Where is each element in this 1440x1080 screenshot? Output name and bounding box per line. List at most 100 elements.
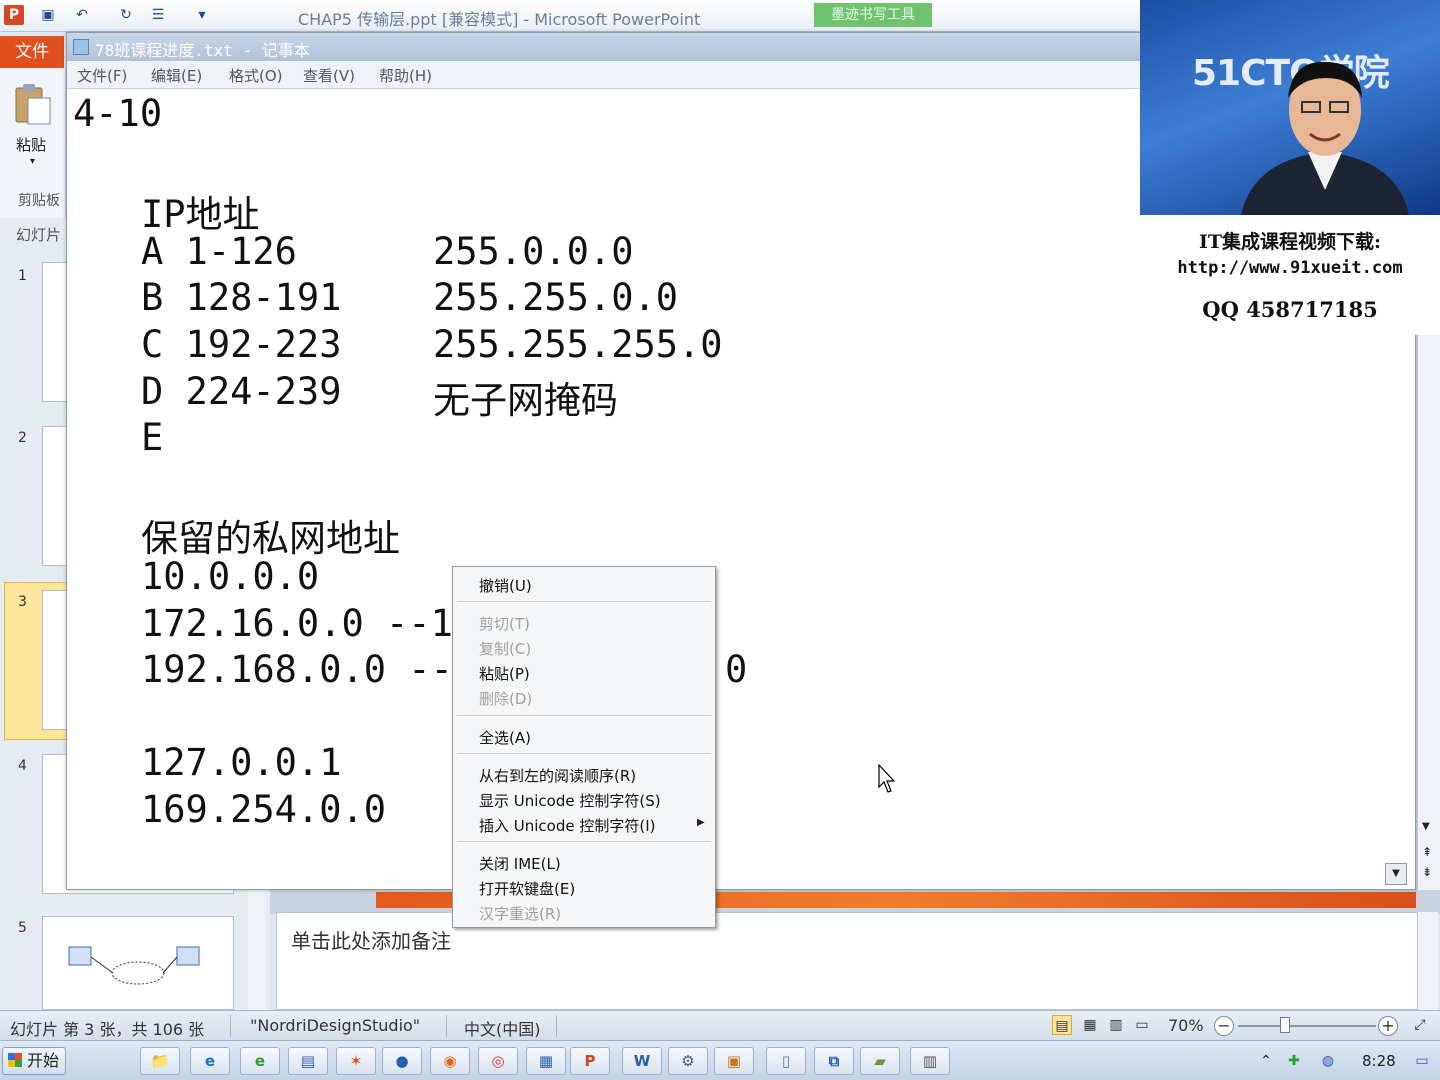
redo-icon[interactable]: ↻ xyxy=(116,5,136,25)
menu-item-insert-unicode[interactable]: 插入 Unicode 控制字符(I) xyxy=(479,815,656,836)
slide-number: 2 xyxy=(18,430,27,446)
notepad-title: 78班课程进度.txt - 记事本 xyxy=(95,41,310,60)
text-line: 255.255.255.0 xyxy=(433,323,723,366)
menu-item-undo[interactable]: 撤销(U) xyxy=(479,575,532,596)
undo-icon[interactable]: ↶ xyxy=(72,5,92,25)
file-tab[interactable]: 文件 xyxy=(0,36,64,68)
save-icon[interactable]: ▣ xyxy=(38,5,58,25)
promo-banner: IT集成课程视频下载: http://www.91xueit.com QQ 45… xyxy=(1140,215,1440,335)
paste-icon[interactable] xyxy=(14,82,52,126)
text-line: 0 xyxy=(725,648,748,691)
menu-separator xyxy=(457,601,711,603)
text-line: E xyxy=(141,416,164,459)
zoom-slider-handle[interactable] xyxy=(1280,1017,1290,1033)
notes-placeholder[interactable]: 单击此处添加备注 xyxy=(291,925,451,954)
zoom-slider-track[interactable] xyxy=(1238,1025,1376,1027)
zoom-out-icon[interactable]: − xyxy=(1214,1016,1234,1036)
window-title: CHAP5 传输层.ppt [兼容模式] - Microsoft PowerPo… xyxy=(298,10,701,29)
normal-view-icon[interactable]: ▤ xyxy=(1052,1015,1072,1035)
app-taskbar-icon[interactable]: ⧉ xyxy=(814,1047,854,1075)
notes-pane[interactable]: 单击此处添加备注 xyxy=(276,912,1418,1010)
explorer-taskbar-icon[interactable]: 📁 xyxy=(140,1047,180,1075)
notepad-taskbar-icon[interactable]: ▯ xyxy=(766,1047,806,1075)
bullets-icon[interactable]: ☰ xyxy=(148,5,168,25)
tab-slides[interactable]: 幻灯片 xyxy=(16,224,61,245)
context-menu: 撤销(U) 剪切(T) 复制(C) 粘贴(P) 删除(D) 全选(A) 从右到左… xyxy=(452,566,716,928)
word-taskbar-icon[interactable]: W xyxy=(622,1047,662,1075)
ribbon-clipboard-group: 粘贴 ▾ 剪贴板 xyxy=(0,68,66,218)
slide-scrollbar[interactable]: ▼ ⇞ ⇟ xyxy=(1418,335,1440,890)
app-taskbar-icon[interactable]: ▰ xyxy=(860,1047,900,1075)
app-taskbar-icon[interactable]: ✶ xyxy=(336,1047,376,1075)
browser-taskbar-icon[interactable]: e xyxy=(240,1047,280,1075)
slideshow-view-icon[interactable]: ▭ xyxy=(1132,1015,1152,1035)
theme-name-status[interactable]: "NordriDesignStudio" xyxy=(250,1016,420,1035)
text-line: 255.255.0.0 xyxy=(433,276,679,319)
menu-item-delete[interactable]: 删除(D) xyxy=(479,688,532,709)
firefox-taskbar-icon[interactable]: ◉ xyxy=(430,1047,470,1075)
notes-scrollbar[interactable] xyxy=(1418,912,1438,1010)
ie-taskbar-icon[interactable]: e xyxy=(190,1047,230,1075)
chrome-taskbar-icon[interactable]: ◎ xyxy=(478,1047,518,1075)
menu-separator xyxy=(457,841,711,843)
menu-item-paste[interactable]: 粘贴(P) xyxy=(479,663,530,684)
promo-qq: QQ 458717185 xyxy=(1202,297,1378,322)
fit-to-window-icon[interactable]: ⤢ xyxy=(1410,1015,1430,1035)
menu-format[interactable]: 格式(O) xyxy=(229,65,283,86)
text-line: 172.16.0.0 --1 xyxy=(141,602,453,645)
taskbar-clock[interactable]: 8:28 xyxy=(1362,1052,1396,1070)
presenter-video-overlay: 51CTO学院 xyxy=(1140,0,1440,215)
slide-number: 3 xyxy=(18,594,27,610)
presenter-photo xyxy=(1241,61,1409,215)
slide-sorter-view-icon[interactable]: ▦ xyxy=(1080,1015,1100,1035)
menu-item-cut[interactable]: 剪切(T) xyxy=(479,613,530,634)
text-line: 192.168.0.0 -- xyxy=(141,648,453,691)
tray-app-icon[interactable]: ✚ xyxy=(1284,1051,1304,1071)
app-taskbar-icon[interactable]: ▣ xyxy=(714,1047,754,1075)
menu-item-select-all[interactable]: 全选(A) xyxy=(479,727,531,748)
status-divider xyxy=(556,1015,557,1037)
start-button[interactable]: 开始 xyxy=(2,1047,66,1075)
text-line: C 192-223 xyxy=(141,323,342,366)
menu-view[interactable]: 查看(V) xyxy=(303,65,355,86)
windows-logo-icon xyxy=(8,1053,22,1067)
promo-title: IT集成课程视频下载: xyxy=(1198,231,1382,253)
start-label: 开始 xyxy=(27,1051,60,1070)
slides-panel-scrollbar[interactable] xyxy=(248,870,266,1010)
scroll-down-icon[interactable]: ▼ xyxy=(1422,821,1430,832)
app-taskbar-icon[interactable]: ⚙ xyxy=(668,1047,708,1075)
powerpoint-taskbar-icon[interactable]: P xyxy=(570,1047,610,1075)
menu-file[interactable]: 文件(F) xyxy=(77,65,127,86)
menu-item-soft-keyboard[interactable]: 打开软键盘(E) xyxy=(479,878,575,899)
menu-item-reconvert[interactable]: 汉字重选(R) xyxy=(479,903,561,924)
menu-help[interactable]: 帮助(H) xyxy=(379,65,432,86)
language-status[interactable]: 中文(中国) xyxy=(464,1016,541,1040)
paste-button[interactable]: 粘贴 xyxy=(16,134,46,155)
app-taskbar-icon[interactable]: ● xyxy=(382,1047,422,1075)
previous-slide-icon[interactable]: ⇞ xyxy=(1422,845,1432,859)
network-tray-icon[interactable]: ◍ xyxy=(1318,1051,1338,1071)
menu-item-rtl-reading[interactable]: 从右到左的阅读顺序(R) xyxy=(479,765,636,786)
menu-edit[interactable]: 编辑(E) xyxy=(151,65,202,86)
text-line: D 224-239 xyxy=(141,370,342,413)
customize-qat-icon[interactable]: ▾ xyxy=(192,5,212,25)
powerpoint-app-icon[interactable]: P xyxy=(4,5,24,25)
ink-tools-tab[interactable]: 墨迹书写工具 xyxy=(814,3,932,27)
menu-item-show-unicode[interactable]: 显示 Unicode 控制字符(S) xyxy=(479,790,661,811)
zoom-in-icon[interactable]: + xyxy=(1378,1016,1398,1036)
menu-item-copy[interactable]: 复制(C) xyxy=(479,638,531,659)
scroll-down-icon[interactable]: ▼ xyxy=(1385,863,1407,885)
clipboard-group-label: 剪贴板 xyxy=(18,193,60,209)
slide-thumbnail[interactable] xyxy=(42,916,234,1010)
calculator-taskbar-icon[interactable]: ▦ xyxy=(526,1047,566,1075)
next-slide-icon[interactable]: ⇟ xyxy=(1422,865,1432,879)
media-taskbar-icon[interactable]: ▤ xyxy=(288,1047,328,1075)
reading-view-icon[interactable]: ▥ xyxy=(1106,1015,1126,1035)
zoom-level[interactable]: 70% xyxy=(1168,1016,1204,1035)
menu-item-close-ime[interactable]: 关闭 IME(L) xyxy=(479,853,561,874)
chevron-down-icon[interactable]: ▾ xyxy=(30,156,35,167)
notepad-icon xyxy=(73,39,89,55)
show-desktop-icon[interactable]: ▭ xyxy=(1412,1051,1432,1071)
app-taskbar-icon[interactable]: ▥ xyxy=(910,1047,950,1075)
tray-expand-icon[interactable]: ⌃ xyxy=(1256,1051,1276,1071)
